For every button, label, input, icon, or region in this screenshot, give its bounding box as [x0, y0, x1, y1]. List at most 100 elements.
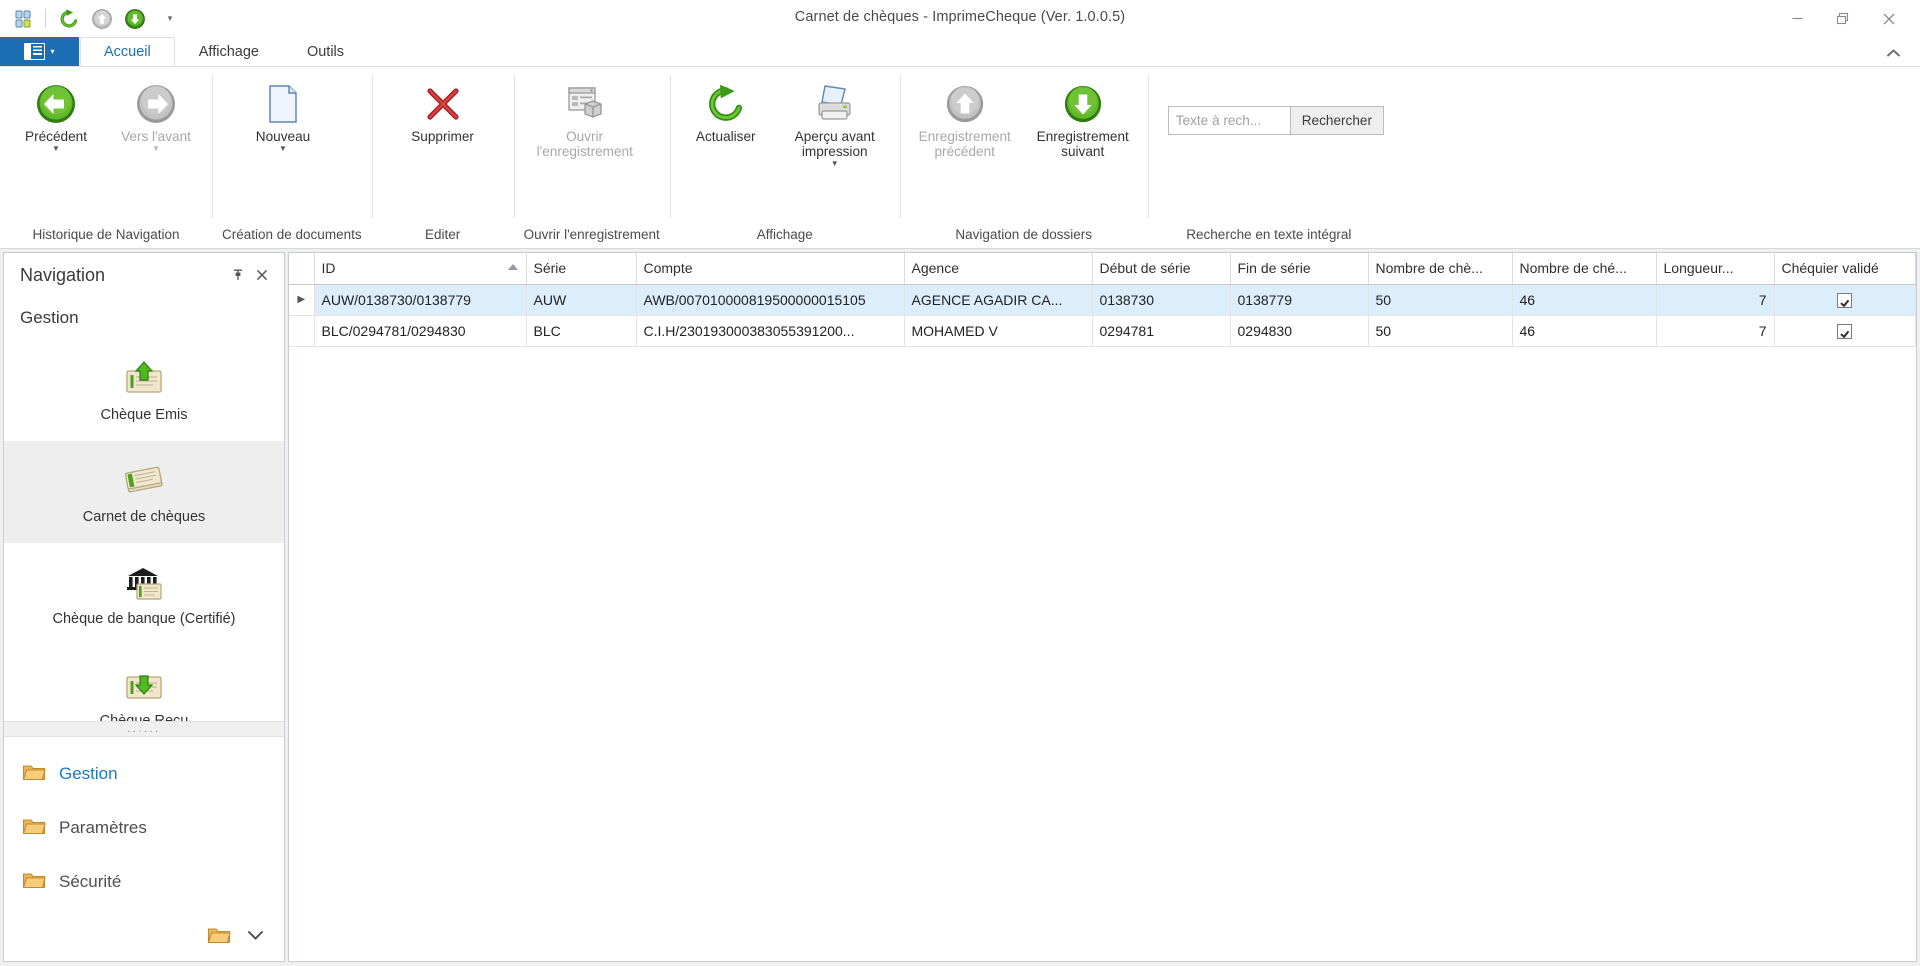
- grid-header-row: ID Série Compte Agence Début de série Fi…: [289, 253, 1916, 285]
- navigation-splitter[interactable]: ......: [4, 721, 284, 737]
- ribbon-button-nouveau[interactable]: Nouveau ▼: [218, 74, 348, 160]
- cell-chequier-valide[interactable]: [1774, 315, 1916, 347]
- grid-empty-area: [289, 346, 1916, 961]
- ribbon-button-label: Ouvrir l'enregistrement: [536, 129, 633, 159]
- grid-header-label: Longueur...: [1663, 260, 1734, 277]
- tab-accueil[interactable]: Accueil: [80, 37, 175, 66]
- grid-header-label: Série: [533, 260, 567, 277]
- footer-folder-icon[interactable]: [207, 925, 231, 945]
- cell-id[interactable]: AUW/0138730/0138779: [314, 284, 527, 316]
- cell-nombre-de-cheques-2[interactable]: 46: [1512, 284, 1657, 316]
- chevron-down-icon[interactable]: ▼: [831, 160, 839, 168]
- table-row[interactable]: ▶ AUW/0138730/0138779 AUW AWB/0070100008…: [289, 284, 1916, 316]
- nav-link-label: Paramètres: [59, 818, 147, 837]
- grid-header-label: Compte: [643, 260, 693, 277]
- nav-expand-chevron-down-icon[interactable]: ▾: [265, 720, 270, 721]
- table-row[interactable]: BLC/0294781/0294830 BLC C.I.H/2301930003…: [289, 315, 1916, 347]
- ribbon-button-precedent[interactable]: Précédent ▼: [6, 74, 106, 160]
- window-title: Carnet de chèques - ImprimeCheque (Ver. …: [794, 9, 1126, 25]
- ribbon: Précédent ▼ Vers l'avant ▼ Historique de…: [0, 66, 1920, 249]
- cell-agence[interactable]: MOHAMED V: [904, 315, 1093, 347]
- cell-nombre-de-cheques[interactable]: 50: [1368, 315, 1513, 347]
- grid-header-chequier-valide[interactable]: Chéquier validé: [1774, 253, 1916, 285]
- row-indicator: ▶: [289, 284, 315, 316]
- grid-header-id[interactable]: ID: [314, 253, 527, 285]
- nav-item-cheque-emis[interactable]: Chèque Emis: [4, 339, 284, 441]
- nav-link-label: Sécurité: [59, 872, 122, 891]
- application-menu-button[interactable]: ▾: [0, 37, 79, 66]
- cell-debut-de-serie[interactable]: 0294781: [1092, 315, 1231, 347]
- cell-longueur[interactable]: 7: [1656, 315, 1775, 347]
- search-button[interactable]: Rechercher: [1289, 107, 1383, 134]
- minimize-button[interactable]: [1774, 4, 1820, 34]
- grid-header-nombre-de-cheques[interactable]: Nombre de chè...: [1368, 253, 1513, 285]
- tab-affichage[interactable]: Affichage: [175, 37, 283, 66]
- grid-header-fin-de-serie[interactable]: Fin de série: [1230, 253, 1369, 285]
- navigation-link-list: Gestion Paramètres Sécurité: [4, 737, 284, 909]
- checkbox-checked-icon[interactable]: [1837, 323, 1853, 339]
- close-navigation-icon[interactable]: [250, 263, 274, 287]
- nav-item-label: Chèque Emis: [100, 407, 188, 423]
- cell-serie[interactable]: BLC: [526, 315, 637, 347]
- grid-header-serie[interactable]: Série: [526, 253, 637, 285]
- ribbon-group-label: Historique de Navigation: [32, 226, 180, 242]
- cell-compte[interactable]: AWB/007010000819500000015105: [636, 284, 905, 316]
- restore-button[interactable]: [1820, 4, 1866, 34]
- nav-item-carnet-de-cheques[interactable]: Carnet de chèques: [4, 441, 284, 543]
- cell-fin-de-serie[interactable]: 0294830: [1230, 315, 1369, 347]
- checkbox-checked-icon[interactable]: [1837, 292, 1853, 308]
- navigation-options-chevron-down-icon[interactable]: [247, 929, 264, 941]
- grid-header-label: Nombre de chè...: [1375, 260, 1483, 277]
- tab-outils[interactable]: Outils: [283, 37, 368, 66]
- search-input[interactable]: [1168, 107, 1290, 134]
- ribbon-button-vers-lavant: Vers l'avant ▼: [106, 74, 206, 160]
- checkbook-icon: [121, 459, 167, 503]
- bank-check-icon: [122, 561, 166, 605]
- title-bar: ▾ Carnet de chèques - ImprimeCheque (Ver…: [0, 0, 1920, 37]
- ribbon-tab-strip: ▾ Accueil Affichage Outils: [0, 37, 1920, 66]
- cell-nombre-de-cheques[interactable]: 50: [1368, 284, 1513, 316]
- cell-id[interactable]: BLC/0294781/0294830: [314, 315, 527, 347]
- arrow-down-green-icon: [1062, 81, 1104, 127]
- ribbon-button-label: Précédent: [25, 129, 87, 144]
- cell-agence[interactable]: AGENCE AGADIR CA...: [904, 284, 1093, 316]
- cell-longueur[interactable]: 7: [1656, 284, 1775, 316]
- ribbon-button-ouvrir-enregistrement: Ouvrir l'enregistrement: [520, 74, 650, 160]
- nav-link-securite[interactable]: Sécurité: [4, 855, 284, 909]
- grid-header-longueur[interactable]: Longueur...: [1656, 253, 1775, 285]
- ribbon-button-label: Vers l'avant: [121, 129, 191, 144]
- ribbon-group-label: Editer: [424, 226, 461, 242]
- grid-header-agence[interactable]: Agence: [904, 253, 1093, 285]
- grid-header-debut-de-serie[interactable]: Début de série: [1092, 253, 1231, 285]
- grid-header-label: Début de série: [1099, 260, 1191, 277]
- cell-compte[interactable]: C.I.H/230193000383055391200...: [636, 315, 905, 347]
- grid-header-nombre-de-cheques-2[interactable]: Nombre de ché...: [1512, 253, 1657, 285]
- sort-ascending-icon: [507, 264, 518, 270]
- grid-header-compte[interactable]: Compte: [636, 253, 905, 285]
- ribbon-group-open-record: Ouvrir l'enregistrement Ouvrir l'enregis…: [513, 67, 670, 248]
- ribbon-group-affichage: Actualiser Aperçu avant impression ▼ Aff…: [669, 67, 900, 248]
- nav-link-parametres[interactable]: Paramètres: [4, 801, 284, 855]
- nav-item-cheque-recu[interactable]: Chèque Reçu ▾: [4, 645, 284, 721]
- ribbon-group-folder-navigation: Enregistrement précédent Enregistrement …: [899, 67, 1148, 248]
- cell-serie[interactable]: AUW: [526, 284, 637, 316]
- ribbon-button-apercu-avant-impression[interactable]: Aperçu avant impression ▼: [776, 74, 894, 169]
- ribbon-button-supprimer[interactable]: Supprimer: [378, 74, 508, 160]
- ribbon-button-actualiser[interactable]: Actualiser: [676, 74, 776, 160]
- cell-fin-de-serie[interactable]: 0138779: [1230, 284, 1369, 316]
- ribbon-group-label: Affichage: [756, 226, 813, 242]
- nav-item-cheque-de-banque[interactable]: Chèque de banque (Certifié): [4, 543, 284, 645]
- forward-arrow-gray-icon: [134, 81, 178, 127]
- chevron-down-icon[interactable]: ▼: [52, 145, 60, 153]
- cell-debut-de-serie[interactable]: 0138730: [1092, 284, 1231, 316]
- pin-icon[interactable]: [226, 263, 250, 287]
- collapse-ribbon-chevron-up-icon[interactable]: [1880, 42, 1906, 64]
- nav-link-gestion[interactable]: Gestion: [4, 747, 284, 801]
- panel-layout-icon: [24, 43, 46, 60]
- ribbon-button-enregistrement-suivant[interactable]: Enregistrement suivant: [1024, 74, 1142, 160]
- cell-chequier-valide[interactable]: [1774, 284, 1916, 316]
- ribbon-group-fulltext-search: Rechercher Recherche en texte intégral: [1147, 67, 1390, 248]
- chevron-down-icon[interactable]: ▼: [279, 145, 287, 153]
- cell-nombre-de-cheques-2[interactable]: 46: [1512, 315, 1657, 347]
- close-button[interactable]: [1866, 4, 1912, 34]
